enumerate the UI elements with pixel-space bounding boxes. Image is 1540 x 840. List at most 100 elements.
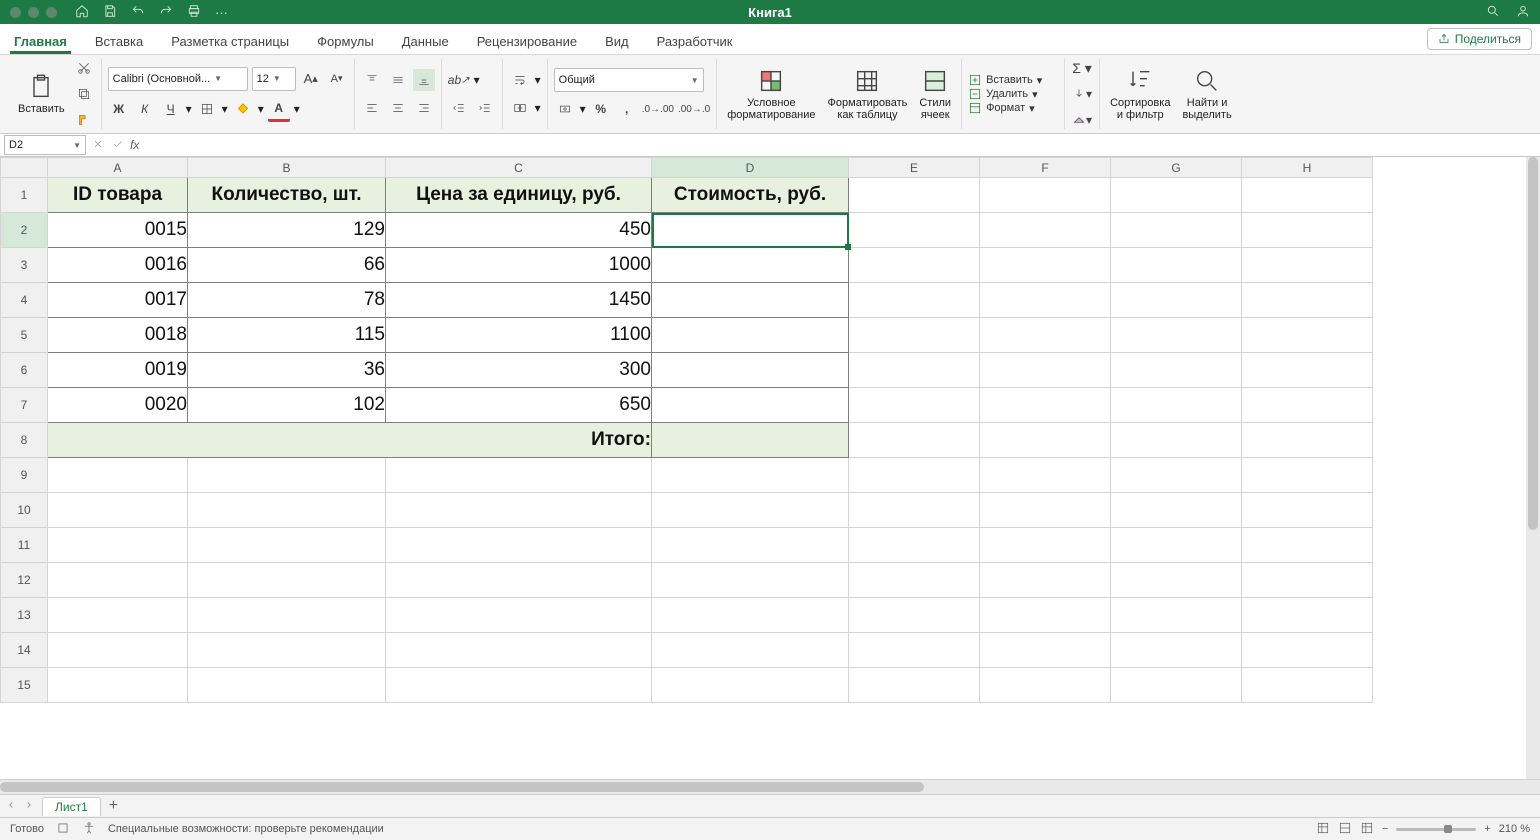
cell-A14[interactable] [48, 633, 188, 668]
font-color-icon[interactable]: A [268, 97, 290, 122]
cell-G2[interactable] [1111, 213, 1242, 248]
cell-A9[interactable] [48, 458, 188, 493]
cell-G14[interactable] [1111, 633, 1242, 668]
cancel-formula-icon[interactable] [92, 138, 104, 153]
cell-C14[interactable] [386, 633, 652, 668]
fill-color-icon[interactable] [232, 98, 254, 120]
cell-G8[interactable] [1111, 423, 1242, 458]
row-header-14[interactable]: 14 [1, 633, 48, 668]
cell-F14[interactable] [980, 633, 1111, 668]
cell-C3[interactable]: 1000 [386, 248, 652, 283]
row-header-10[interactable]: 10 [1, 493, 48, 528]
bold-button[interactable]: Ж [108, 98, 130, 120]
cell-H10[interactable] [1242, 493, 1373, 528]
window-traffic-lights[interactable] [10, 7, 57, 18]
cell-G6[interactable] [1111, 353, 1242, 388]
row-header-5[interactable]: 5 [1, 318, 48, 353]
row-header-6[interactable]: 6 [1, 353, 48, 388]
tab-review[interactable]: Рецензирование [473, 28, 581, 54]
cell-C8[interactable]: Итого: [386, 423, 652, 458]
cell-D13[interactable] [652, 598, 849, 633]
cell-C4[interactable]: 1450 [386, 283, 652, 318]
cell-D3[interactable] [652, 248, 849, 283]
underline-dd[interactable]: ▾ [186, 102, 192, 116]
cell-F6[interactable] [980, 353, 1111, 388]
zoom-slider[interactable] [1396, 828, 1476, 831]
tab-home[interactable]: Главная [10, 28, 71, 54]
save-icon[interactable] [103, 4, 117, 21]
cell-G4[interactable] [1111, 283, 1242, 318]
conditional-formatting-button[interactable]: Условное форматирование [723, 65, 819, 123]
vertical-scrollbar[interactable] [1526, 157, 1540, 779]
cell-G1[interactable] [1111, 178, 1242, 213]
cell-A10[interactable] [48, 493, 188, 528]
cell-G12[interactable] [1111, 563, 1242, 598]
increase-indent-icon[interactable] [474, 97, 496, 119]
fill-dd[interactable]: ▾ [258, 102, 264, 116]
cell-B1[interactable]: Количество, шт. [188, 178, 386, 213]
confirm-formula-icon[interactable] [112, 138, 124, 153]
cell-D7[interactable] [652, 388, 849, 423]
cell-B8[interactable] [188, 423, 386, 458]
cell-B15[interactable] [188, 668, 386, 703]
cell-D1[interactable]: Стоимость, руб. [652, 178, 849, 213]
row-header-13[interactable]: 13 [1, 598, 48, 633]
cell-G11[interactable] [1111, 528, 1242, 563]
orientation-icon[interactable]: ab↗ [448, 69, 470, 91]
cell-G15[interactable] [1111, 668, 1242, 703]
cell-F12[interactable] [980, 563, 1111, 598]
spreadsheet-grid[interactable]: ABCDEFGH1ID товараКоличество, шт.Цена за… [0, 157, 1373, 703]
cell-D10[interactable] [652, 493, 849, 528]
cell-D8[interactable] [652, 423, 849, 458]
cell-A3[interactable]: 0016 [48, 248, 188, 283]
row-header-4[interactable]: 4 [1, 283, 48, 318]
col-header-A[interactable]: A [48, 158, 188, 178]
find-select-button[interactable]: Найти и выделить [1178, 65, 1235, 123]
cell-A6[interactable]: 0019 [48, 353, 188, 388]
row-header-8[interactable]: 8 [1, 423, 48, 458]
cell-F15[interactable] [980, 668, 1111, 703]
cell-D14[interactable] [652, 633, 849, 668]
col-header-G[interactable]: G [1111, 158, 1242, 178]
view-page-break-icon[interactable] [1360, 821, 1374, 838]
cell-D11[interactable] [652, 528, 849, 563]
cell-E3[interactable] [849, 248, 980, 283]
cell-D6[interactable] [652, 353, 849, 388]
format-cells-button[interactable]: Формат▾ [968, 101, 1058, 115]
cell-C9[interactable] [386, 458, 652, 493]
tab-developer[interactable]: Разработчик [653, 28, 737, 54]
cell-A12[interactable] [48, 563, 188, 598]
cell-C1[interactable]: Цена за единицу, руб. [386, 178, 652, 213]
view-page-layout-icon[interactable] [1338, 821, 1352, 838]
cell-H4[interactable] [1242, 283, 1373, 318]
sheet-prev-icon[interactable] [6, 799, 16, 813]
clear-icon[interactable]: ▾ [1071, 109, 1093, 131]
cell-H2[interactable] [1242, 213, 1373, 248]
cell-H1[interactable] [1242, 178, 1373, 213]
cell-B5[interactable]: 115 [188, 318, 386, 353]
cell-G3[interactable] [1111, 248, 1242, 283]
cell-G7[interactable] [1111, 388, 1242, 423]
border-dd[interactable]: ▾ [222, 102, 228, 116]
cell-B13[interactable] [188, 598, 386, 633]
row-header-15[interactable]: 15 [1, 668, 48, 703]
row-header-12[interactable]: 12 [1, 563, 48, 598]
cell-A13[interactable] [48, 598, 188, 633]
cell-E4[interactable] [849, 283, 980, 318]
account-icon[interactable] [1516, 4, 1530, 21]
cell-H8[interactable] [1242, 423, 1373, 458]
accessibility-icon[interactable] [82, 821, 96, 838]
cell-E9[interactable] [849, 458, 980, 493]
cell-B12[interactable] [188, 563, 386, 598]
font-size-select[interactable]: 12▼ [252, 67, 296, 91]
cell-E6[interactable] [849, 353, 980, 388]
more-icon[interactable]: ··· [215, 5, 228, 20]
cell-D9[interactable] [652, 458, 849, 493]
align-left-icon[interactable] [361, 97, 383, 119]
col-header-F[interactable]: F [980, 158, 1111, 178]
col-header-D[interactable]: D [652, 158, 849, 178]
zoom-out-icon[interactable]: − [1382, 823, 1388, 835]
cur-dd[interactable]: ▾ [580, 102, 586, 116]
cell-F8[interactable] [980, 423, 1111, 458]
format-as-table-button[interactable]: Форматировать как таблицу [824, 65, 912, 123]
